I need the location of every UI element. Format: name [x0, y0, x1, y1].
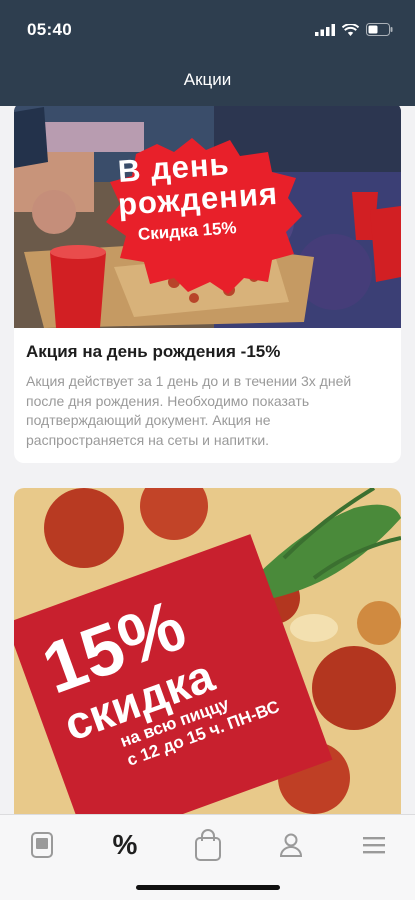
menu-card-icon [31, 832, 53, 858]
wifi-icon [342, 23, 359, 36]
hamburger-menu-icon [363, 837, 385, 854]
promo-image-birthday: В день рождения Скидка 15% [14, 106, 401, 328]
status-bar: 05:40 [0, 0, 415, 60]
tab-profile[interactable] [271, 827, 311, 863]
status-time: 05:40 [27, 20, 72, 39]
percent-icon: % [112, 829, 138, 860]
battery-icon [366, 23, 393, 36]
tab-cart[interactable] [188, 827, 228, 863]
promo-description: Акция действует за 1 день до и в течении… [26, 373, 352, 448]
promos-list[interactable]: В день рождения Скидка 15% Акция на день… [0, 106, 415, 814]
promo-title: Акция на день рождения -15% [26, 342, 281, 361]
profile-icon [280, 833, 302, 857]
tab-promos[interactable]: % [105, 827, 145, 863]
shopping-bag-icon [195, 829, 221, 861]
page-title: Акции [183, 70, 232, 89]
signal-icon [315, 23, 335, 36]
promo-image-pizza: 15% скидка на всю пиццу с 12 до 15 ч. ПН… [14, 488, 401, 814]
app-header: 05:40 Акции [0, 0, 415, 106]
tab-more[interactable] [354, 827, 394, 863]
status-icons [315, 23, 393, 36]
promo-card-birthday[interactable]: В день рождения Скидка 15% Акция на день… [14, 106, 401, 463]
tab-menu[interactable] [22, 827, 62, 863]
home-indicator[interactable] [136, 885, 280, 890]
promo-card-pizza-discount[interactable]: 15% скидка на всю пиццу с 12 до 15 ч. ПН… [14, 488, 401, 814]
